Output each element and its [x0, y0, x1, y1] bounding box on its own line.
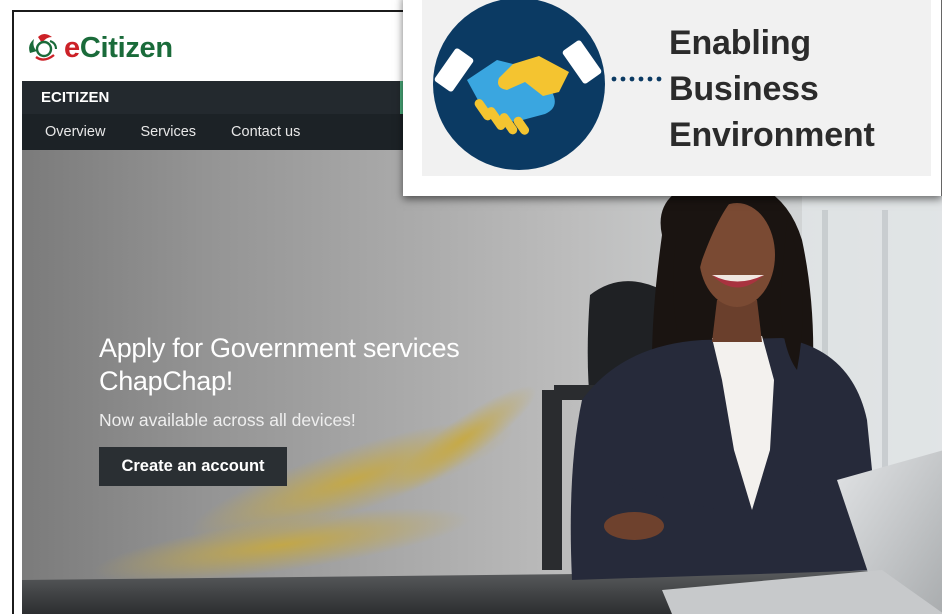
nav-contact-us[interactable]: Contact us [231, 124, 300, 140]
site-title-bar: ECITIZEN [22, 81, 402, 114]
enabling-line-1: Enabling [669, 24, 811, 62]
enabling-line-2: Business [669, 70, 819, 108]
enabling-business-text: Enabling Business Environment [669, 20, 875, 158]
ecitizen-logo[interactable]: eCitizen [24, 28, 173, 68]
logo-wordmark: eCitizen [64, 32, 173, 65]
hero-subline: Now available across all devices! [99, 410, 356, 430]
nav-overview[interactable]: Overview [45, 124, 105, 140]
connector-dots [611, 76, 662, 82]
hero-headline: Apply for Government services ChapChap! [99, 332, 519, 398]
nav-services[interactable]: Services [140, 124, 196, 140]
hero-headline-line1: Apply for Government services [99, 333, 460, 363]
card-inner: Enabling Business Environment [422, 0, 931, 176]
logo-word-citizen: Citizen [79, 31, 173, 64]
site-title: ECITIZEN [41, 89, 110, 106]
create-account-button[interactable]: Create an account [99, 447, 287, 486]
enabling-business-card: Enabling Business Environment [403, 0, 942, 196]
main-nav: Overview Services Contact us [22, 114, 404, 150]
logo-emblem-icon [29, 34, 57, 61]
hero-banner: Apply for Government services ChapChap! … [22, 150, 942, 614]
handshake-icon [433, 0, 605, 170]
hero-headline-line2: ChapChap! [99, 366, 233, 396]
enabling-line-3: Environment [669, 116, 875, 154]
logo-letter-e: e [64, 31, 80, 64]
